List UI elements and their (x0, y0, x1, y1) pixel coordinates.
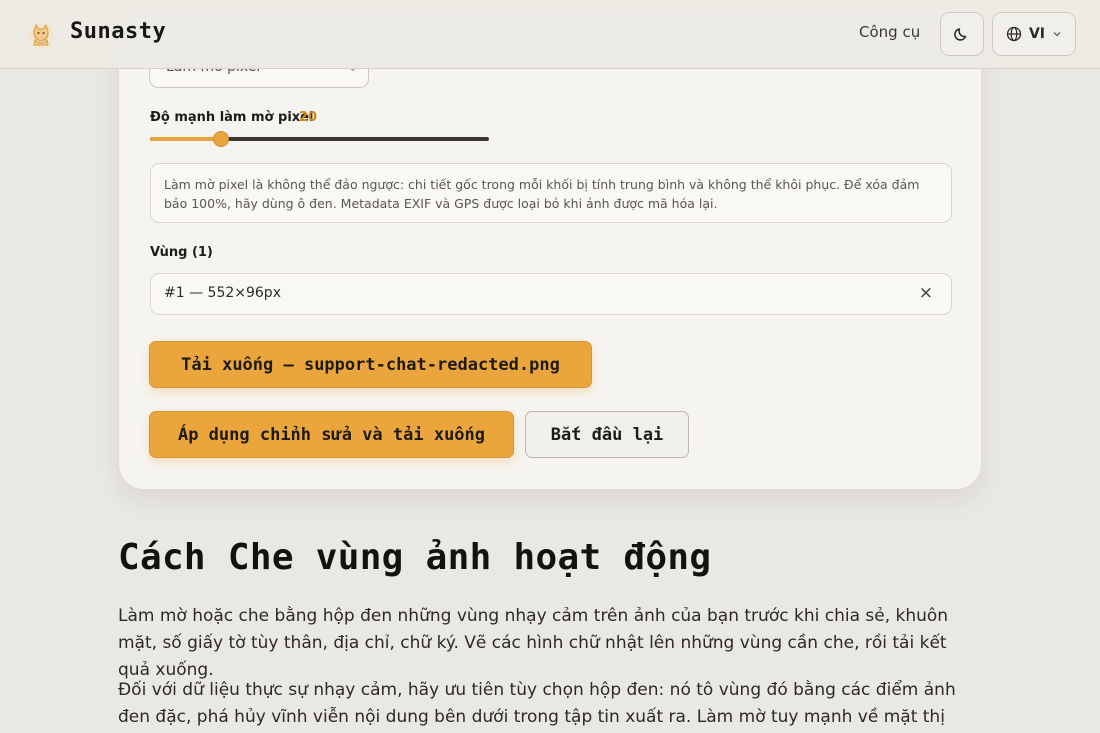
language-select[interactable]: VI (992, 12, 1076, 56)
strength-value: 20 (299, 110, 318, 125)
cat-logo-icon[interactable] (24, 18, 58, 52)
strength-slider-fill (150, 137, 222, 141)
restart-button[interactable]: Bắt đầu lại (525, 411, 689, 458)
top-bar: Sunasty Công cụ VI (0, 0, 1100, 69)
globe-icon (1006, 26, 1022, 42)
article-paragraph: Đối với dữ liệu thực sự nhạy cảm, hãy ưu… (118, 680, 956, 727)
brand-name[interactable]: Sunasty (70, 19, 166, 44)
nav-tools-link[interactable]: Công cụ (859, 23, 920, 41)
strength-slider[interactable] (150, 131, 489, 147)
irreversible-notice: Làm mờ pixel là không thể đảo ngược: chi… (150, 163, 952, 223)
apply-and-download-button[interactable]: Áp dụng chỉnh sửa và tải xuống (149, 411, 514, 458)
region-item: #1 — 552×96px × (150, 273, 952, 315)
strength-slider-thumb[interactable] (213, 131, 230, 147)
strength-label: Độ mạnh làm mờ pixel (150, 110, 314, 125)
article-title: Cách Che vùng ảnh hoạt động (118, 537, 712, 578)
download-button[interactable]: Tải xuống — support-chat-redacted.png (149, 341, 592, 388)
article-paragraph: Làm mờ hoặc che bằng hộp đen những vùng … (118, 606, 949, 680)
moon-icon (954, 28, 967, 41)
chevron-down-icon (1053, 32, 1061, 37)
language-code: VI (1028, 26, 1046, 42)
close-icon[interactable]: × (919, 283, 933, 303)
regions-label: Vùng (1) (150, 245, 213, 260)
editor-card: Làm mờ pixel ⌄ Độ mạnh làm mờ pixel 20 L… (118, 10, 982, 490)
region-label: #1 — 552×96px (164, 285, 281, 301)
theme-toggle-button[interactable] (940, 12, 984, 56)
